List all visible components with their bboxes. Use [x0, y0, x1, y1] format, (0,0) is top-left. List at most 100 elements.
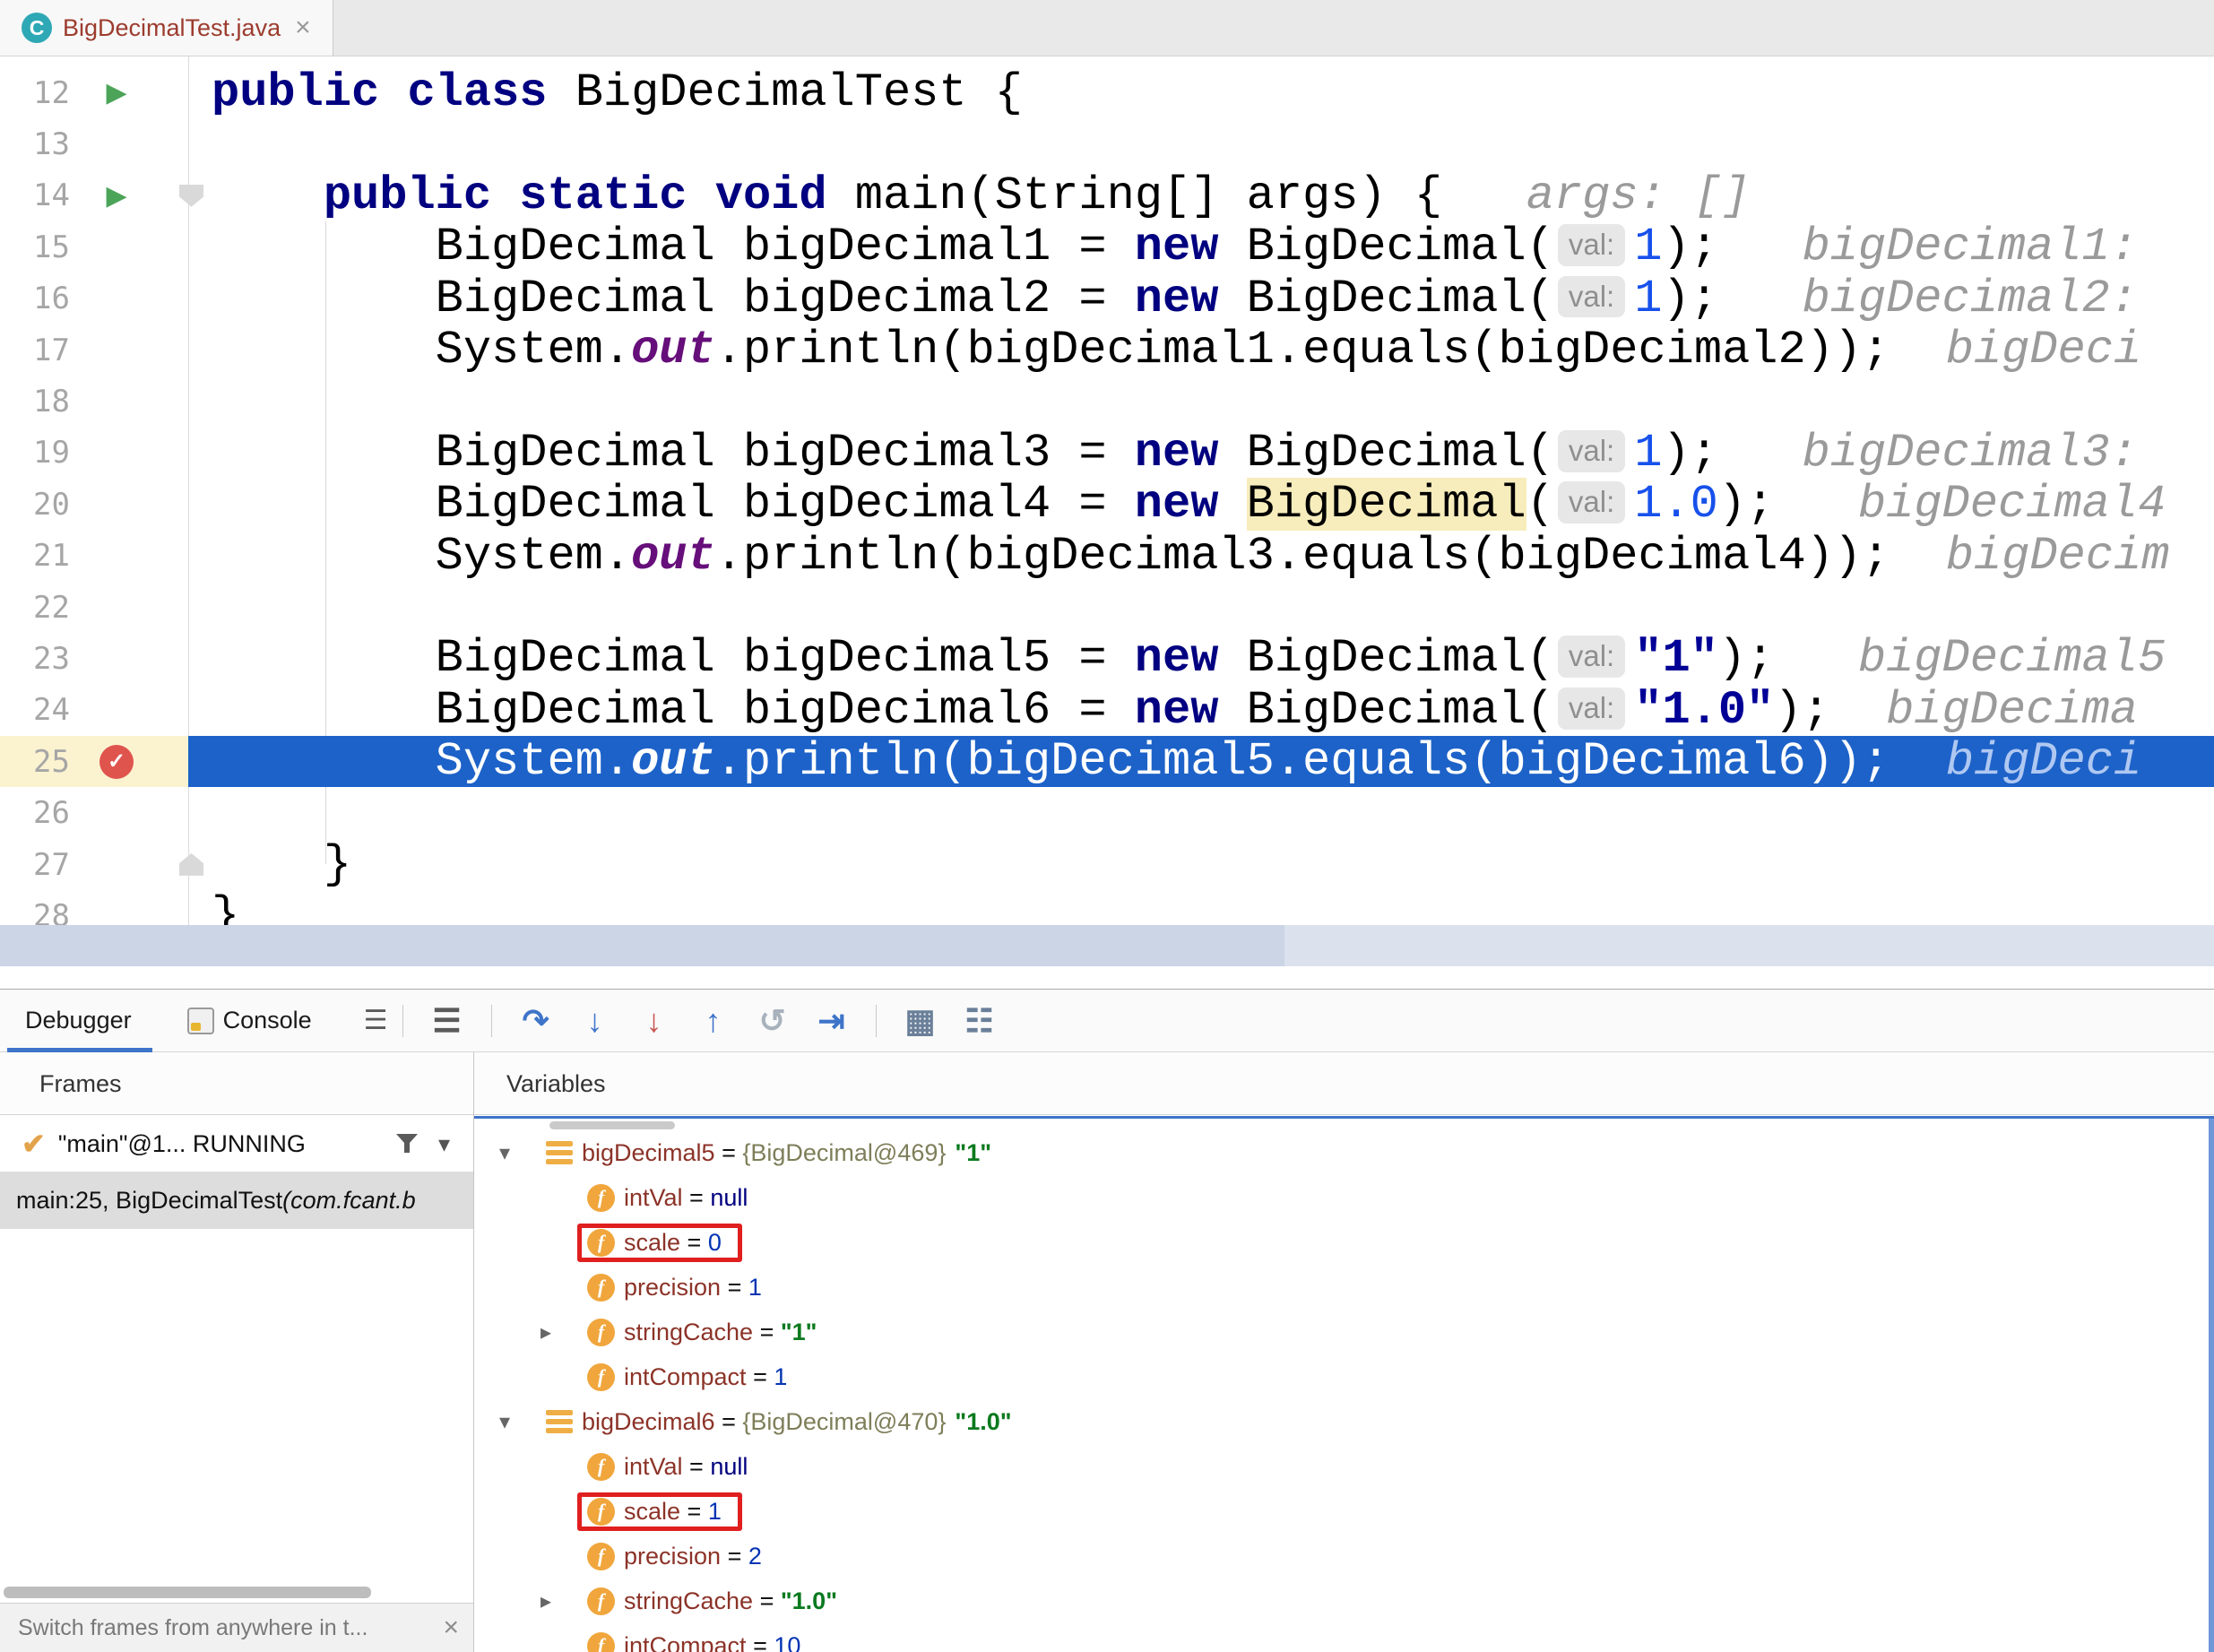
tab-debugger[interactable]: Debugger: [25, 1007, 132, 1034]
code-text[interactable]: public static void main(String[] args) {…: [188, 170, 1750, 221]
param-hint-badge[interactable]: val:: [1558, 481, 1625, 523]
tab-console[interactable]: Console: [187, 1007, 312, 1034]
menu-icon[interactable]: ☰: [364, 1005, 388, 1036]
stack-frame-row[interactable]: main:25, BigDecimalTest (com.fcant.b: [0, 1172, 473, 1229]
gutter-cell[interactable]: 27: [0, 839, 188, 890]
view-options-icon[interactable]: ☰: [425, 1002, 470, 1040]
variables-scrollbar[interactable]: [2209, 1119, 2214, 1652]
gutter-cell[interactable]: 12 ▶: [0, 67, 188, 118]
variable-row-bigDecimal5[interactable]: ▾bigDecimal5 = {BigDecimal@469}"1": [474, 1130, 2214, 1175]
gutter-cell[interactable]: 13: [0, 118, 188, 169]
code-line-22[interactable]: 22: [0, 582, 2214, 633]
code-line-26[interactable]: 26: [0, 787, 2214, 838]
line-number[interactable]: 14: [0, 177, 70, 213]
line-number[interactable]: 19: [0, 435, 70, 471]
chevron-right-icon[interactable]: ▸: [530, 1588, 562, 1614]
code-text[interactable]: }: [188, 890, 239, 925]
variable-row-precision[interactable]: fprecision = 2: [474, 1534, 2214, 1578]
code-line-28[interactable]: 28}: [0, 890, 2214, 925]
line-number[interactable]: 12: [0, 75, 70, 111]
step-out-icon[interactable]: ↑: [691, 1002, 736, 1040]
variable-row-intVal[interactable]: fintVal = null: [474, 1175, 2214, 1220]
code-text[interactable]: BigDecimal bigDecimal4 = new BigDecimal(…: [188, 479, 2166, 530]
param-hint-badge[interactable]: val:: [1558, 688, 1625, 730]
drop-frame-icon[interactable]: ↺: [750, 1002, 795, 1040]
code-text[interactable]: BigDecimal bigDecimal3 = new BigDecimal(…: [188, 428, 2138, 479]
line-number[interactable]: 17: [0, 333, 70, 368]
editor-horizontal-scrollbar[interactable]: [0, 925, 2214, 966]
chevron-right-icon[interactable]: ▸: [530, 1319, 562, 1345]
param-hint-badge[interactable]: val:: [1558, 276, 1625, 318]
code-text[interactable]: public class BigDecimalTest {: [188, 67, 1023, 118]
code-line-18[interactable]: 18: [0, 376, 2214, 427]
gutter-cell[interactable]: 21: [0, 531, 188, 582]
variable-row-intCompact[interactable]: fintCompact = 10: [474, 1623, 2214, 1652]
code-text[interactable]: System.out.println(bigDecimal3.equals(bi…: [188, 531, 2169, 582]
gutter-cell[interactable]: 26: [0, 787, 188, 838]
code-line-16[interactable]: 16 BigDecimal bigDecimal2 = new BigDecim…: [0, 273, 2214, 324]
param-hint-badge[interactable]: val:: [1558, 224, 1625, 266]
line-number[interactable]: 16: [0, 281, 70, 316]
code-line-23[interactable]: 23 BigDecimal bigDecimal5 = new BigDecim…: [0, 633, 2214, 684]
variable-row-stringCache[interactable]: ▸fstringCache = "1.0": [474, 1578, 2214, 1623]
layout-settings-icon[interactable]: ☷: [957, 1002, 1002, 1040]
line-number[interactable]: 27: [0, 847, 70, 883]
frames-scrollbar[interactable]: [4, 1587, 371, 1598]
step-over-icon[interactable]: ↷: [514, 1002, 558, 1040]
gutter-cell[interactable]: 23: [0, 633, 188, 684]
code-line-14[interactable]: 14 ▶ public static void main(String[] arg…: [0, 170, 2214, 221]
code-line-15[interactable]: 15 BigDecimal bigDecimal1 = new BigDecim…: [0, 221, 2214, 272]
code-line-17[interactable]: 17 System.out.println(bigDecimal1.equals…: [0, 324, 2214, 376]
tooltip-close-icon[interactable]: ×: [443, 1613, 459, 1643]
evaluate-expression-icon[interactable]: ▦: [898, 1002, 943, 1040]
variable-row-intCompact[interactable]: fintCompact = 1: [474, 1354, 2214, 1399]
chevron-down-icon[interactable]: ▾: [489, 1409, 521, 1435]
code-line-12[interactable]: 12 ▶ public class BigDecimalTest {: [0, 67, 2214, 118]
variable-row-bigDecimal6[interactable]: ▾bigDecimal6 = {BigDecimal@470}"1.0": [474, 1399, 2214, 1444]
variable-row-stringCache[interactable]: ▸fstringCache = "1": [474, 1310, 2214, 1354]
gutter-cell[interactable]: 19: [0, 428, 188, 479]
code-text[interactable]: BigDecimal bigDecimal2 = new BigDecimal(…: [188, 273, 2138, 324]
variable-row-intVal[interactable]: fintVal = null: [474, 1444, 2214, 1489]
code-line-21[interactable]: 21 System.out.println(bigDecimal3.equals…: [0, 531, 2214, 582]
close-icon[interactable]: ×: [295, 14, 311, 41]
line-number[interactable]: 25: [0, 744, 70, 780]
param-hint-badge[interactable]: val:: [1558, 430, 1625, 472]
gutter-cell[interactable]: 18: [0, 376, 188, 427]
line-number[interactable]: 20: [0, 487, 70, 523]
line-number[interactable]: 15: [0, 229, 70, 265]
force-step-into-icon[interactable]: ↓: [632, 1002, 677, 1040]
gutter-cell[interactable]: 15: [0, 221, 188, 272]
code-text[interactable]: }: [188, 839, 351, 890]
scrollbar-thumb[interactable]: [0, 925, 1284, 966]
line-number[interactable]: 21: [0, 538, 70, 574]
line-number[interactable]: 13: [0, 126, 70, 162]
gutter-cell[interactable]: 25 ✓: [0, 736, 188, 787]
gutter-cell[interactable]: 17: [0, 324, 188, 376]
gutter-cell[interactable]: 28: [0, 890, 188, 925]
breakpoint-icon[interactable]: ✓: [99, 745, 134, 779]
code-text[interactable]: System.out.println(bigDecimal1.equals(bi…: [188, 324, 2141, 376]
param-hint-badge[interactable]: val:: [1558, 636, 1625, 678]
run-icon[interactable]: ▶: [97, 77, 136, 108]
gutter-cell[interactable]: 22: [0, 582, 188, 633]
line-number[interactable]: 28: [0, 898, 70, 925]
code-line-13[interactable]: 13: [0, 118, 2214, 169]
line-number[interactable]: 26: [0, 795, 70, 831]
code-line-27[interactable]: 27 }: [0, 839, 2214, 890]
thread-row[interactable]: ✔ "main"@1... RUNNING ▾: [0, 1116, 473, 1172]
chevron-down-icon[interactable]: ▾: [438, 1130, 450, 1158]
code-text[interactable]: BigDecimal bigDecimal6 = new BigDecimal(…: [188, 685, 2138, 736]
run-icon[interactable]: ▶: [97, 180, 136, 212]
chevron-down-icon[interactable]: ▾: [489, 1140, 521, 1166]
variable-row-scale[interactable]: fscale = 0: [474, 1220, 2214, 1265]
code-text[interactable]: System.out.println(bigDecimal5.equals(bi…: [188, 736, 2141, 787]
tab-bigdecimaltest[interactable]: C BigDecimalTest.java ×: [0, 0, 333, 56]
variable-row-scale[interactable]: fscale = 1: [474, 1489, 2214, 1534]
run-to-cursor-icon[interactable]: ⇥: [809, 1002, 854, 1040]
line-number[interactable]: 24: [0, 692, 70, 728]
gutter-cell[interactable]: 24: [0, 685, 188, 736]
gutter-cell[interactable]: 16: [0, 273, 188, 324]
code-editor[interactable]: 12 ▶ public class BigDecimalTest { 13 14 ▶ pu…: [0, 56, 2214, 925]
code-line-24[interactable]: 24 BigDecimal bigDecimal6 = new BigDecim…: [0, 685, 2214, 736]
